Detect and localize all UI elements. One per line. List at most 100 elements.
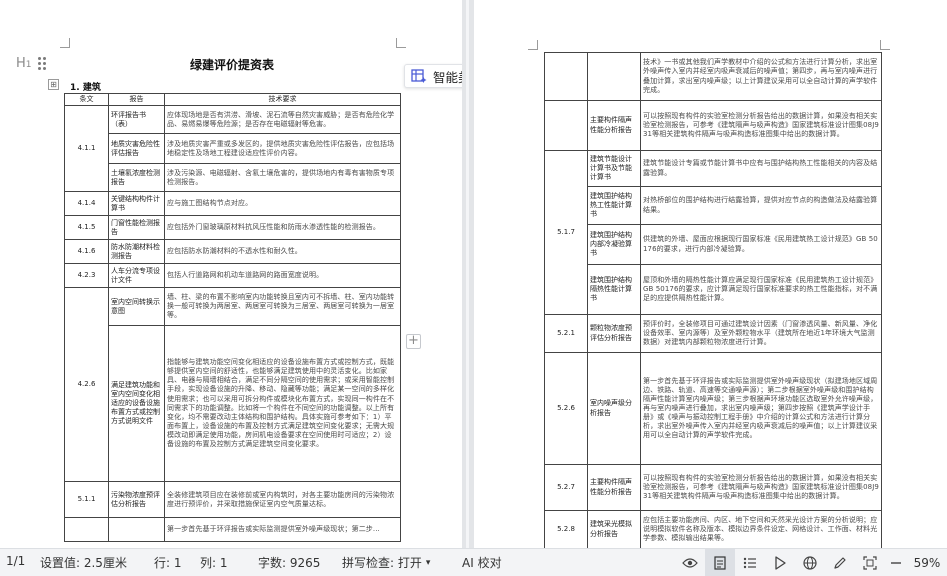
clause-cell[interactable]: 4.1.1 <box>64 105 109 193</box>
chevron-down-icon: ▾ <box>425 557 431 568</box>
report-cell[interactable]: 门窗性能检测报告 <box>108 215 165 241</box>
report-cell[interactable]: 建筑采光模拟分析报告 <box>587 510 641 549</box>
page-indicator[interactable]: 1/1 <box>6 554 25 568</box>
report-cell[interactable] <box>108 517 165 543</box>
table-row: 技术》一书或其他我们声学教材中介绍的公式和方法进行计算分析，求出室外噪声传入室内… <box>544 52 882 101</box>
requirement-cell[interactable]: 预评价时，全装修项目可通过建筑设计因素（门窗渗透风量、新风量、净化设备效率、室内… <box>640 314 882 353</box>
report-cell[interactable]: 建筑围护结构隔热性能计算书 <box>587 264 641 315</box>
table-row: 5.2.8 建筑采光模拟分析报告 应包括主要功能房间、内区、地下空间和天然采光设… <box>544 510 882 549</box>
beautify-table-button[interactable]: 智能美化表格 <box>404 64 462 88</box>
requirement-cell[interactable]: 供建筑的外墙、屋面应根据现行国家标准《民用建筑热工设计规范》GB 50176的要… <box>640 224 882 265</box>
clause-cell[interactable]: 5.2.6 <box>544 352 588 465</box>
requirement-cell[interactable]: 涉及污染源、电磁辐射、含氡土壤危害的，提供场地内有毒有害物质专项检测报告。 <box>164 163 401 193</box>
spell-check-toggle[interactable]: 拼写检查: 打开 ▾ <box>342 554 430 571</box>
clause-cell[interactable] <box>64 517 109 543</box>
evaluation-table-left: 条文 报告 技术要求 4.1.1 环评报告书（表） 应体现场地是否有洪涝、滑坡、… <box>64 92 401 543</box>
requirement-cell[interactable]: 建筑节能设计专篇或节能计算书中应有与围护结构热工性能相关的内容及结露验算。 <box>640 150 882 187</box>
cursor-column: 列: 1 <box>200 556 228 570</box>
report-cell[interactable]: 防水防潮材料检测报告 <box>108 239 165 265</box>
requirement-cell[interactable]: 全装修建筑项目应在装修前或室内构筑时，对各主要功能房间的污染物浓度进行预评价，并… <box>164 481 401 519</box>
margin-corner-top-right <box>396 38 406 48</box>
requirement-cell[interactable]: 涉及地质灾害严重或多发区的，提供地质灾害危险性评估报告，应包括场地稳定性及场地工… <box>164 133 401 165</box>
clause-cell[interactable]: 4.2.6 <box>64 287 109 483</box>
requirement-cell[interactable]: 应体现场地是否有洪涝、滑坡、泥石流等自然灾害威胁；是否有危险化学品、易燃易爆等危… <box>164 105 401 135</box>
report-cell[interactable]: 人车分流专项设计文件 <box>108 263 165 289</box>
web-icon[interactable] <box>795 549 825 576</box>
fit-page-icon[interactable] <box>855 549 885 576</box>
play-icon[interactable] <box>765 549 795 576</box>
table-row: 第一步首先基于环评报告或实际监测提供室外噪声级现状；第二步... <box>64 517 401 543</box>
report-cell[interactable]: 室内空间转换示意图 <box>108 287 165 327</box>
requirement-cell[interactable]: 墙、柱、梁的布置不影响室内功能转换且室内可不拆墙、柱、室内功能转换一般可转换为两… <box>164 287 401 327</box>
report-cell[interactable]: 主要构件隔声性能分析报告 <box>587 464 641 511</box>
table-row: 5.2.1 颗粒物浓度预评估分析报告 预评价时，全装修项目可通过建筑设计因素（门… <box>544 314 882 353</box>
requirement-cell[interactable]: 应与施工图结构节点对应。 <box>164 191 401 217</box>
table-row: 4.2.3 人车分流专项设计文件 包括人行道路网和机动车道路网的路面宽度说明。 <box>64 263 401 289</box>
clause-cell[interactable]: 5.2.7 <box>544 464 588 511</box>
header-report[interactable]: 报告 <box>108 92 165 107</box>
heading-marker[interactable]: H1 <box>16 56 32 71</box>
requirement-cell[interactable]: 可以按照现有构件的实验室检测分析报告给出的数据计算，如果没有相关实验室检测报告，… <box>640 464 882 511</box>
table-header-row: 条文 报告 技术要求 <box>64 92 401 107</box>
requirement-cell[interactable]: 应包括主要功能房间、内区、地下空间和天然采光设计方案的分析说明；应说明模拟软件名… <box>640 510 882 549</box>
report-cell[interactable]: 建筑围护结构内部冷凝验算书 <box>587 224 641 265</box>
clause-cell[interactable]: 4.1.6 <box>64 239 109 265</box>
clause-cell[interactable]: 4.1.4 <box>64 191 109 217</box>
report-cell[interactable]: 建筑围护结构热工性能计算书 <box>587 186 641 225</box>
clause-cell[interactable]: 5.2.1 <box>544 314 588 353</box>
ai-proofread-button[interactable]: AI 校对 <box>462 554 502 571</box>
word-count[interactable]: 字数: 9265 <box>258 554 320 571</box>
page-view-icon[interactable] <box>705 549 735 576</box>
beautify-table-label: 智能美化表格 <box>433 69 462 85</box>
report-cell[interactable]: 土壤氡浓度检测报告 <box>108 163 165 193</box>
setting-value[interactable]: 设置值: 2.5厘米 <box>40 554 127 571</box>
table-move-handle-icon[interactable]: ⊞ <box>48 79 59 90</box>
requirement-cell[interactable]: 第一步首先基于环评报告或实际监测提供室外噪声级现状（拟建场地区域周边、铁路、轨道… <box>640 352 882 465</box>
table-row: 4.1.5 门窗性能检测报告 应包括外门窗玻璃原材料抗风压性能和防雨水渗透性能的… <box>64 215 401 241</box>
header-requirement[interactable]: 技术要求 <box>164 92 401 107</box>
report-cell[interactable]: 关键结构构件计算书 <box>108 191 165 217</box>
requirement-cell[interactable]: 可以按照现有构件的实验室检测分析报告给出的数据计算，如果没有相关实验室检测报告，… <box>640 100 882 151</box>
report-cell[interactable]: 室内噪声级分析报告 <box>587 352 641 465</box>
report-cell[interactable]: 颗粒物浓度预评估分析报告 <box>587 314 641 353</box>
page-divider <box>462 0 474 548</box>
section-heading: 1. 建筑 <box>70 83 101 93</box>
requirement-cell[interactable]: 指能够与建筑功能空间变化相适应的设备设施布置方式或控制方式，既能够提供室内空间的… <box>164 325 401 483</box>
report-cell[interactable] <box>587 52 641 101</box>
clause-cell[interactable] <box>544 100 588 151</box>
table-row: 4.1.4 关键结构构件计算书 应与施工图结构节点对应。 <box>64 191 401 217</box>
clause-cell[interactable]: 4.2.3 <box>64 263 109 289</box>
report-cell[interactable]: 环评报告书（表） <box>108 105 165 135</box>
requirement-cell[interactable]: 屋顶和外墙的隔热性能计算应满足现行国家标准《民用建筑热工设计规范》GB 5017… <box>640 264 882 315</box>
clause-cell[interactable]: 4.1.5 <box>64 215 109 241</box>
eye-icon[interactable] <box>675 549 705 576</box>
add-column-button[interactable]: + <box>406 334 421 349</box>
header-clause[interactable]: 条文 <box>64 92 109 107</box>
zoom-level[interactable]: 59% <box>907 556 947 570</box>
report-cell[interactable]: 满足建筑功能和室内空间变化相适应的设备设施布置方式或控制方式说明文件 <box>108 325 165 483</box>
report-cell[interactable]: 污染物浓度预评估分析报告 <box>108 481 165 519</box>
cursor-row: 行: 1 <box>154 556 182 570</box>
requirement-cell[interactable]: 应包括防水防潮材料的不透水性和耐久性。 <box>164 239 401 265</box>
requirement-cell[interactable]: 包括人行道路网和机动车道路网的路面宽度说明。 <box>164 263 401 289</box>
table-row: 建筑围护结构内部冷凝验算书 供建筑的外墙、屋面应根据现行国家标准《民用建筑热工设… <box>545 224 882 265</box>
table-row: 满足建筑功能和室内空间变化相适应的设备设施布置方式或控制方式说明文件 指能够与建… <box>65 325 401 483</box>
report-cell[interactable]: 地质灾害危险性评估报告 <box>108 133 165 165</box>
requirement-cell[interactable]: 技术》一书或其他我们声学教材中介绍的公式和方法进行计算分析，求出室外噪声传入室内… <box>640 52 882 101</box>
zoom-out-icon[interactable] <box>885 549 907 576</box>
report-cell[interactable]: 主要构件隔声性能分析报告 <box>587 100 641 151</box>
outline-icon[interactable] <box>735 549 765 576</box>
report-cell[interactable]: 建筑节能设计计算书及节能计算书 <box>587 150 641 187</box>
pen-icon[interactable] <box>825 549 855 576</box>
margin-corner-top-left <box>60 38 70 48</box>
clause-cell[interactable]: 5.1.7 <box>544 150 588 315</box>
requirement-cell[interactable]: 对热桥部位的围护结构进行结露验算，提供对应节点的构造做法及结露验算结果。 <box>640 186 882 225</box>
requirement-cell[interactable]: 第一步首先基于环评报告或实际监测提供室外噪声级现状；第二步... <box>164 517 401 543</box>
clause-cell[interactable] <box>544 52 588 101</box>
requirement-cell[interactable]: 应包括外门窗玻璃原材料抗风压性能和防雨水渗透性能的检测报告。 <box>164 215 401 241</box>
clause-cell[interactable]: 5.1.1 <box>64 481 109 519</box>
drag-handle-icon[interactable] <box>38 57 48 71</box>
margin-corner-top-right <box>880 40 890 50</box>
document-title: 绿建评价提资表 <box>190 58 275 72</box>
clause-cell[interactable]: 5.2.8 <box>544 510 588 549</box>
